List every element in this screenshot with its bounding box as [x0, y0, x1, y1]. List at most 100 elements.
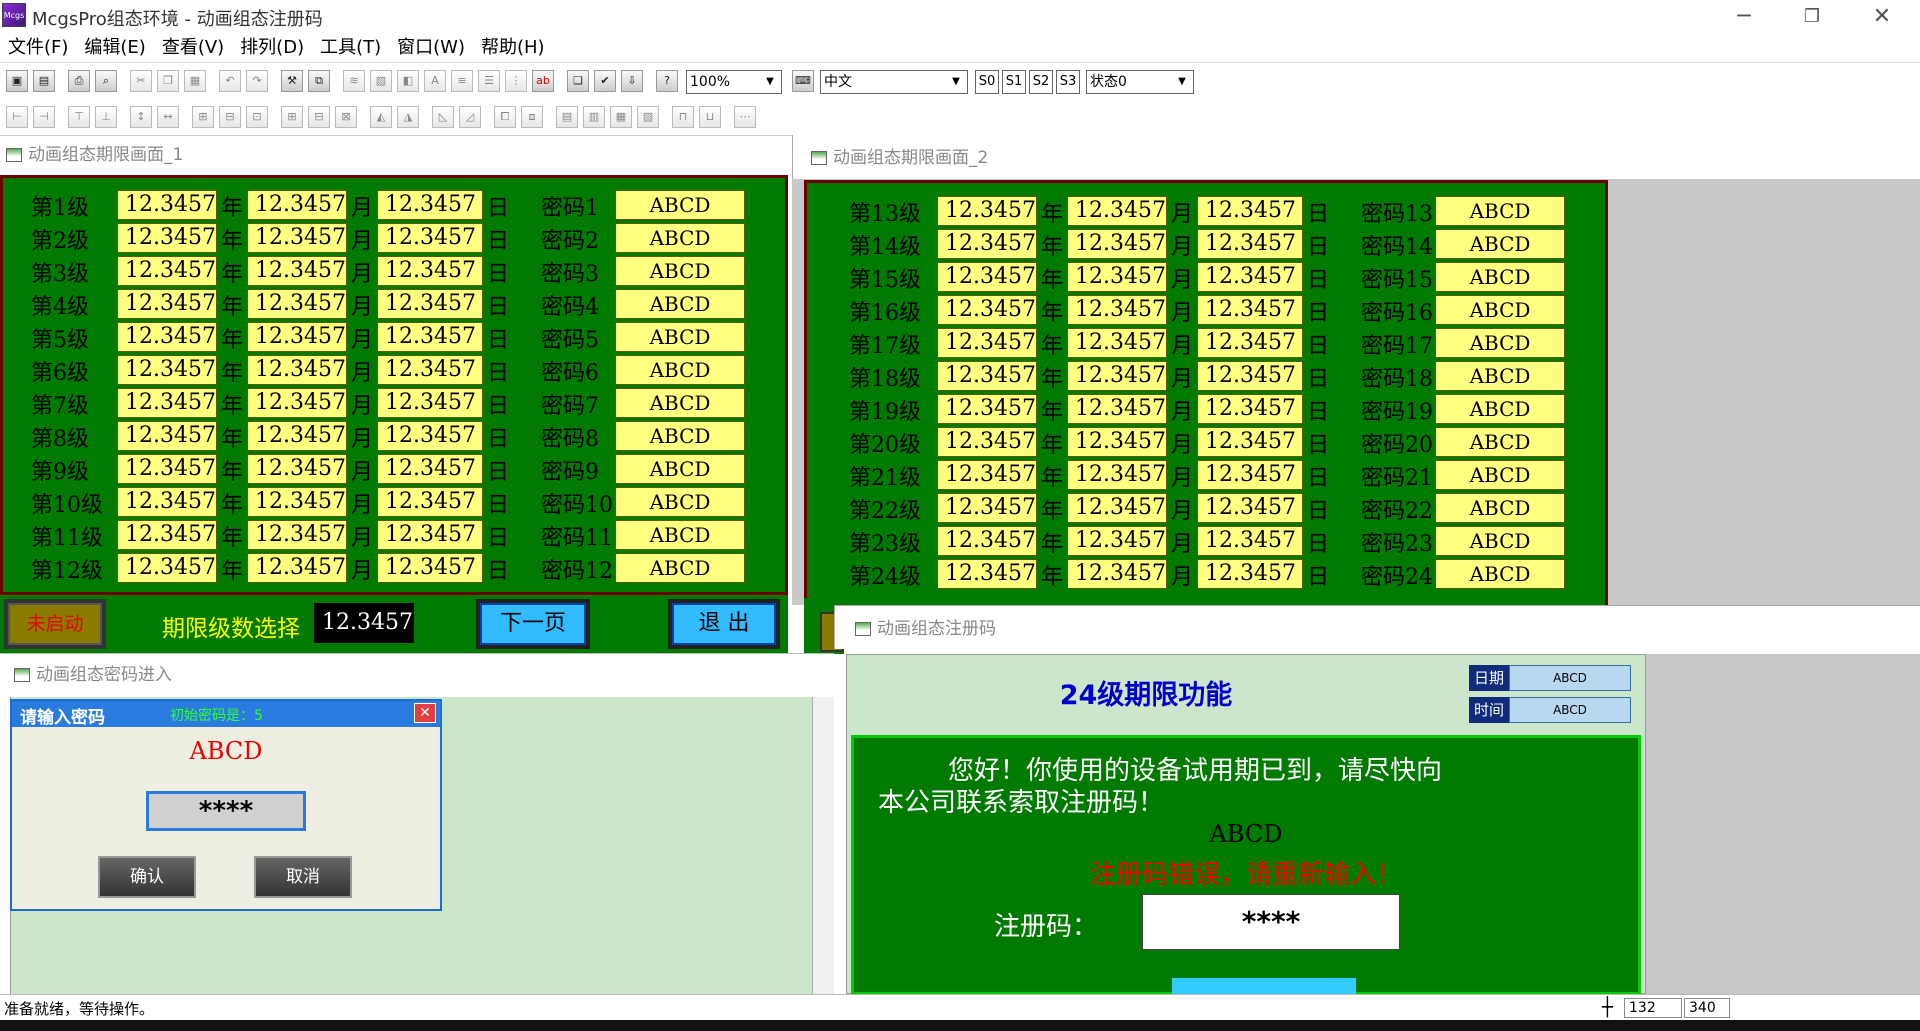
fill-icon[interactable]: ▧ [370, 70, 392, 92]
day-field[interactable]: 12.3457 [377, 223, 483, 253]
password-field[interactable]: ABCD [615, 421, 745, 451]
menu-file[interactable]: 文件(F) [0, 33, 76, 63]
layer-bottom-icon[interactable]: ▧ [637, 106, 659, 128]
month-field[interactable]: 12.3457 [1067, 262, 1167, 292]
window-icon[interactable]: ❏ [567, 70, 589, 92]
help-icon[interactable]: ? [656, 70, 678, 92]
font-icon[interactable]: A [424, 70, 446, 92]
month-field[interactable]: 12.3457 [247, 520, 347, 550]
password-field[interactable]: ABCD [615, 454, 745, 484]
menu-edit[interactable]: 编辑(E) [76, 33, 153, 63]
copy-icon[interactable]: ❐ [157, 70, 179, 92]
day-field[interactable]: 12.3457 [1197, 229, 1303, 259]
month-field[interactable]: 12.3457 [247, 223, 347, 253]
year-field[interactable]: 12.3457 [937, 427, 1037, 457]
day-field[interactable]: 12.3457 [377, 322, 483, 352]
month-field[interactable]: 12.3457 [1067, 559, 1167, 589]
year-field[interactable]: 12.3457 [937, 328, 1037, 358]
year-field[interactable]: 12.3457 [117, 256, 217, 286]
state-button-s3[interactable]: S3 [1056, 70, 1080, 94]
password-field[interactable]: ABCD [1435, 460, 1565, 490]
day-field[interactable]: 12.3457 [1197, 493, 1303, 523]
abc-icon[interactable]: ab [532, 70, 554, 92]
month-field[interactable]: 12.3457 [247, 289, 347, 319]
print-preview-icon[interactable]: ⌕ [95, 70, 117, 92]
bring-front-icon[interactable]: ⧠ [494, 106, 516, 128]
day-field[interactable]: 12.3457 [377, 520, 483, 550]
password-field[interactable]: ABCD [1435, 196, 1565, 226]
month-field[interactable]: 12.3457 [1067, 460, 1167, 490]
paste-icon[interactable]: ▦ [184, 70, 206, 92]
color-icon[interactable]: ◧ [397, 70, 419, 92]
state-button-s1[interactable]: S1 [1002, 70, 1026, 94]
ok-button[interactable]: 确认 [98, 856, 196, 898]
month-field[interactable]: 12.3457 [247, 421, 347, 451]
year-field[interactable]: 12.3457 [937, 295, 1037, 325]
day-field[interactable]: 12.3457 [377, 388, 483, 418]
year-field[interactable]: 12.3457 [937, 526, 1037, 556]
month-field[interactable]: 12.3457 [247, 256, 347, 286]
month-field[interactable]: 12.3457 [247, 355, 347, 385]
password-field[interactable]: ABCD [615, 256, 745, 286]
year-field[interactable]: 12.3457 [937, 394, 1037, 424]
lock-icon[interactable]: ⊓ [672, 106, 694, 128]
month-field[interactable]: 12.3457 [247, 322, 347, 352]
flip-v-icon[interactable]: ◮ [397, 106, 419, 128]
grid-dots-icon[interactable]: ⋮ [505, 70, 527, 92]
month-field[interactable]: 12.3457 [247, 454, 347, 484]
password-input[interactable]: **** [146, 791, 306, 831]
password-field[interactable]: ABCD [1435, 229, 1565, 259]
ungroup-icon[interactable]: ⊟ [308, 106, 330, 128]
password-window-scrollbar[interactable] [812, 697, 834, 994]
day-field[interactable]: 12.3457 [1197, 361, 1303, 391]
password-field[interactable]: ABCD [1435, 493, 1565, 523]
password-field[interactable]: ABCD [1435, 559, 1565, 589]
password-field[interactable]: ABCD [615, 520, 745, 550]
state-select[interactable]: 状态0 ▼ [1086, 70, 1194, 94]
month-field[interactable]: 12.3457 [1067, 295, 1167, 325]
register-code-input[interactable]: **** [1142, 894, 1400, 950]
year-field[interactable]: 12.3457 [937, 196, 1037, 226]
rotate-right-icon[interactable]: ◿ [459, 106, 481, 128]
open-icon[interactable]: ▣ [6, 70, 28, 92]
state-button-s2[interactable]: S2 [1029, 70, 1053, 94]
layer-down-icon[interactable]: ▥ [583, 106, 605, 128]
password-field[interactable]: ABCD [615, 553, 745, 583]
center-h-icon[interactable]: ⊞ [192, 106, 214, 128]
align-bottom-icon[interactable]: ⊥ [95, 106, 117, 128]
day-field[interactable]: 12.3457 [1197, 427, 1303, 457]
next-page-button[interactable]: 下一页 [476, 599, 590, 649]
year-field[interactable]: 12.3457 [117, 421, 217, 451]
year-field[interactable]: 12.3457 [117, 454, 217, 484]
language-select[interactable]: 中文 ▼ [820, 70, 968, 94]
layer-up-icon[interactable]: ▤ [556, 106, 578, 128]
month-field[interactable]: 12.3457 [1067, 361, 1167, 391]
day-field[interactable]: 12.3457 [377, 289, 483, 319]
year-field[interactable]: 12.3457 [937, 262, 1037, 292]
undo-icon[interactable]: ↶ [219, 70, 241, 92]
rotate-left-icon[interactable]: ◺ [432, 106, 454, 128]
year-field[interactable]: 12.3457 [937, 361, 1037, 391]
layer-top-icon[interactable]: ▦ [610, 106, 632, 128]
year-field[interactable]: 12.3457 [937, 229, 1037, 259]
line-style-icon[interactable]: ≋ [343, 70, 365, 92]
day-field[interactable]: 12.3457 [1197, 196, 1303, 226]
year-field[interactable]: 12.3457 [117, 553, 217, 583]
password-field[interactable]: ABCD [615, 388, 745, 418]
menu-tools[interactable]: 工具(T) [312, 33, 389, 63]
day-field[interactable]: 12.3457 [377, 553, 483, 583]
redo-icon[interactable]: ↷ [246, 70, 268, 92]
close-button[interactable]: ✕ [1852, 0, 1912, 33]
month-field[interactable]: 12.3457 [247, 487, 347, 517]
day-field[interactable]: 12.3457 [377, 190, 483, 220]
menu-help[interactable]: 帮助(H) [473, 33, 553, 63]
send-back-icon[interactable]: ⧈ [521, 106, 543, 128]
month-field[interactable]: 12.3457 [1067, 493, 1167, 523]
close-icon[interactable]: ✕ [414, 703, 436, 723]
check-icon[interactable]: ✔ [594, 70, 616, 92]
year-field[interactable]: 12.3457 [117, 322, 217, 352]
menu-window[interactable]: 窗口(W) [389, 33, 473, 63]
menu-view[interactable]: 查看(V) [154, 33, 232, 63]
frame-icon[interactable]: ⧉ [308, 70, 330, 92]
unlock-icon[interactable]: ⊔ [699, 106, 721, 128]
